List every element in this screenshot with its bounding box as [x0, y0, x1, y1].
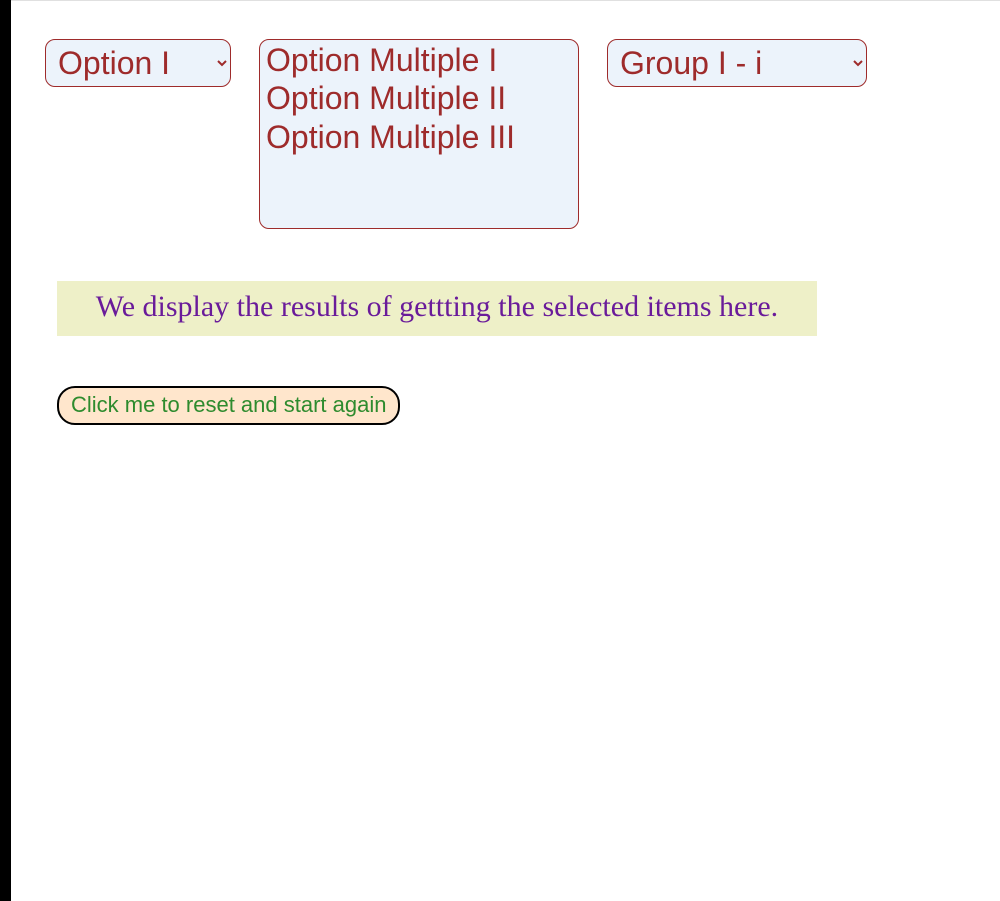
multiple-select-option[interactable]: Option Multiple II [264, 80, 578, 118]
multiple-select-option[interactable]: Option Multiple I [264, 42, 578, 80]
selects-row: Option I Option Multiple I Option Multip… [11, 1, 1000, 229]
left-sidebar-stripe [0, 0, 11, 901]
results-display: We display the results of gettting the s… [57, 281, 817, 336]
group-select[interactable]: Group I - i [607, 39, 867, 87]
single-select[interactable]: Option I [45, 39, 231, 87]
multiple-select-option[interactable]: Option Multiple III [264, 119, 578, 157]
multiple-select[interactable]: Option Multiple I Option Multiple II Opt… [259, 39, 579, 229]
reset-button[interactable]: Click me to reset and start again [57, 386, 400, 425]
main-content: Option I Option Multiple I Option Multip… [11, 0, 1000, 901]
